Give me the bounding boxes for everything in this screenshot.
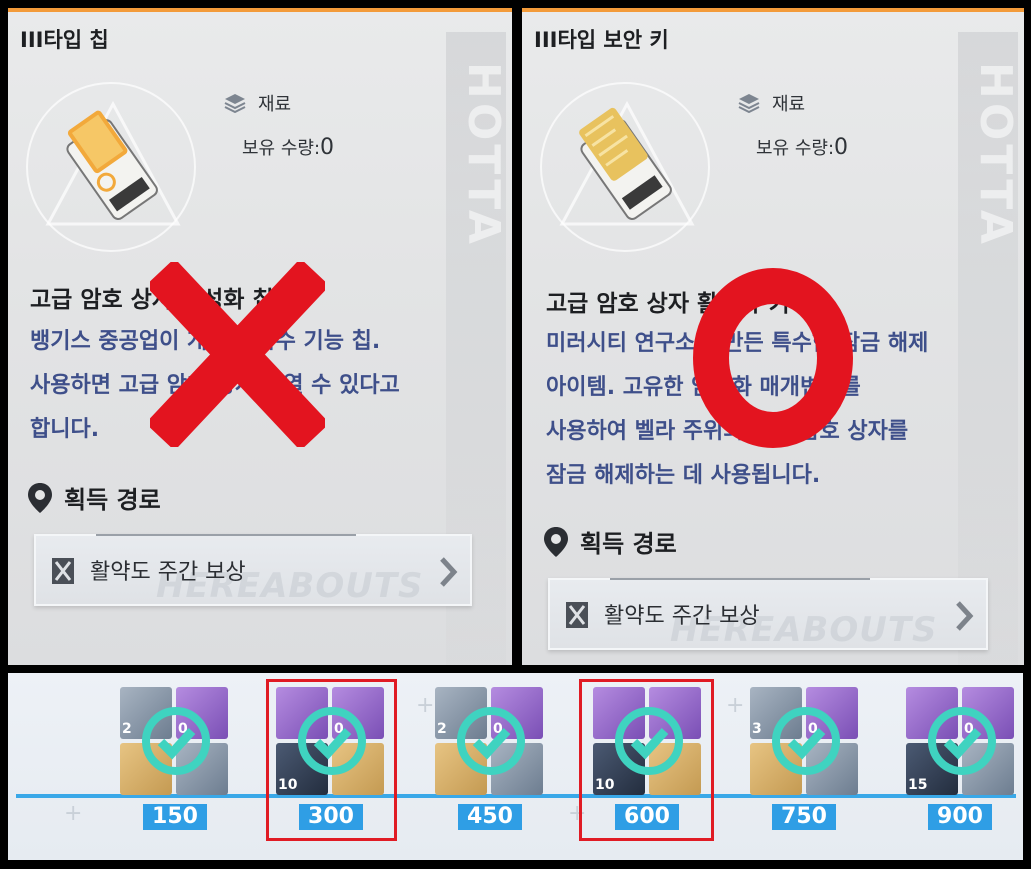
item-type-label: 재료 [772,94,806,115]
route-card-accent [610,578,870,580]
owned-count: 보유 수량:0 [242,134,334,160]
highlight-box-600 [579,679,714,841]
plus-decoration: + [64,801,83,826]
milestone-label: 150 [143,804,207,830]
reward-chest-450[interactable]: 2 0 [435,687,545,797]
route-label: 활약도 주간 보상 [90,560,246,585]
route-heading-label: 획득 경로 [580,530,677,558]
ribbon-icon [566,602,588,628]
layers-icon [224,94,246,113]
layers-icon [738,94,760,113]
acquisition-route-heading: 획득 경로 [26,480,161,515]
check-icon [772,707,840,775]
chip-item-icon [26,82,196,252]
item-type-label: 재료 [258,94,292,115]
route-heading-label: 획득 경로 [64,486,161,514]
plus-decoration: + [416,693,435,718]
weekly-activity-reward-track: + + + + 2 0 150 0 10 300 2 0 450 10 600 [8,673,1023,860]
check-icon [142,707,210,775]
milestone-label: 750 [772,804,836,830]
route-card-accent [96,534,356,536]
acquisition-route-heading: 획득 경로 [542,524,677,559]
correct-o-mark [693,268,853,448]
owned-count-value: 0 [320,135,335,160]
owned-count-label: 보유 수량: [242,138,321,159]
wrong-x-mark [150,262,325,447]
location-pin-icon [544,526,568,557]
reward-chest-150[interactable]: 2 0 [120,687,230,797]
route-weekly-reward-button[interactable]: HEREABOUTS 활약도 주간 보상 [548,578,988,650]
description-line: 잠금 해제하는 데 사용됩니다. [546,463,821,488]
key-item-icon [540,82,710,252]
brand-watermark: HOTTA [958,32,1021,665]
item-type-row: 재료 [738,90,805,116]
check-icon [457,707,525,775]
item-title: III타입 칩 [20,28,109,52]
milestone-label: 900 [928,804,992,830]
chevron-right-icon [956,601,974,631]
location-pin-icon [28,482,52,513]
milestone-label: 450 [458,804,522,830]
chevron-right-icon [440,557,458,587]
owned-count-value: 0 [834,135,849,160]
route-weekly-reward-button[interactable]: HEREABOUTS 활약도 주간 보상 [34,534,472,606]
owned-count-label: 보유 수량: [756,138,835,159]
item-type-row: 재료 [224,90,291,116]
item-title: III타입 보안 키 [534,28,669,52]
ribbon-icon [52,558,74,584]
reward-chest-750[interactable]: 3 0 [750,687,860,797]
route-label: 활약도 주간 보상 [604,604,760,629]
highlight-box-300 [266,679,397,841]
owned-count: 보유 수량:0 [756,134,848,160]
reward-chest-900[interactable]: 0 15 [906,687,1016,797]
plus-decoration: + [726,693,745,718]
check-icon [928,707,996,775]
